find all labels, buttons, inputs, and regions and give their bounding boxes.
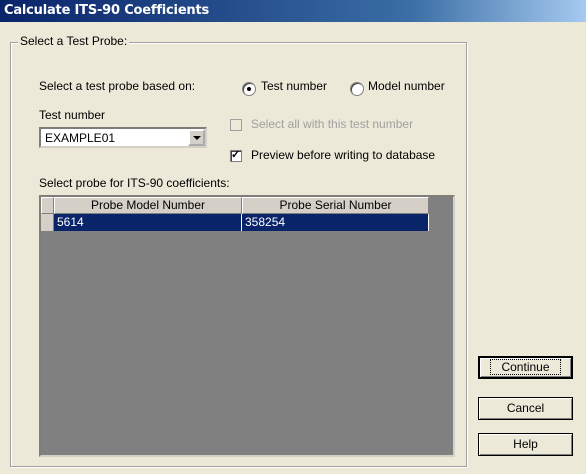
continue-button-label: Continue — [490, 359, 561, 375]
table-row[interactable]: 5614 358254 — [41, 214, 429, 231]
preview-checkbox[interactable]: ✓ — [230, 149, 242, 162]
test-number-combobox[interactable]: EXAMPLE01 — [39, 127, 207, 148]
dialog-window: Calculate ITS-90 Coefficients Select a T… — [0, 0, 586, 474]
preview-checkbox-label[interactable]: Preview before writing to database — [251, 148, 435, 162]
select-all-checkbox-label[interactable]: Select all with this test number — [251, 117, 413, 131]
title-bar[interactable]: Calculate ITS-90 Coefficients — [0, 0, 586, 22]
window-title: Calculate ITS-90 Coefficients — [4, 3, 210, 18]
row-header-corner — [41, 197, 54, 214]
model-number-radio[interactable] — [350, 82, 364, 96]
select-all-checkbox[interactable] — [230, 119, 242, 131]
cell-serial[interactable]: 358254 — [242, 214, 429, 231]
column-header-serial[interactable]: Probe Serial Number — [242, 197, 429, 214]
cancel-button[interactable]: Cancel — [478, 397, 573, 420]
model-number-radio-label[interactable]: Model number — [368, 79, 445, 93]
select-based-on-label: Select a test probe based on: — [39, 79, 196, 93]
test-number-radio-label[interactable]: Test number — [261, 79, 327, 93]
continue-button[interactable]: Continue — [478, 356, 573, 379]
test-number-label: Test number — [39, 108, 106, 122]
help-button[interactable]: Help — [478, 433, 573, 456]
cell-model[interactable]: 5614 — [54, 214, 242, 231]
test-number-radio[interactable] — [242, 82, 256, 96]
probe-grid[interactable]: Probe Model Number Probe Serial Number 5… — [39, 195, 455, 457]
column-header-model[interactable]: Probe Model Number — [54, 197, 242, 214]
checkmark-icon: ✓ — [231, 149, 241, 161]
group-legend: Select a Test Probe: — [18, 34, 130, 48]
probe-list-label: Select probe for ITS-90 coefficients: — [39, 176, 230, 190]
test-number-value: EXAMPLE01 — [45, 131, 116, 145]
dropdown-arrow-icon[interactable] — [188, 129, 205, 146]
row-selector[interactable] — [41, 214, 54, 231]
